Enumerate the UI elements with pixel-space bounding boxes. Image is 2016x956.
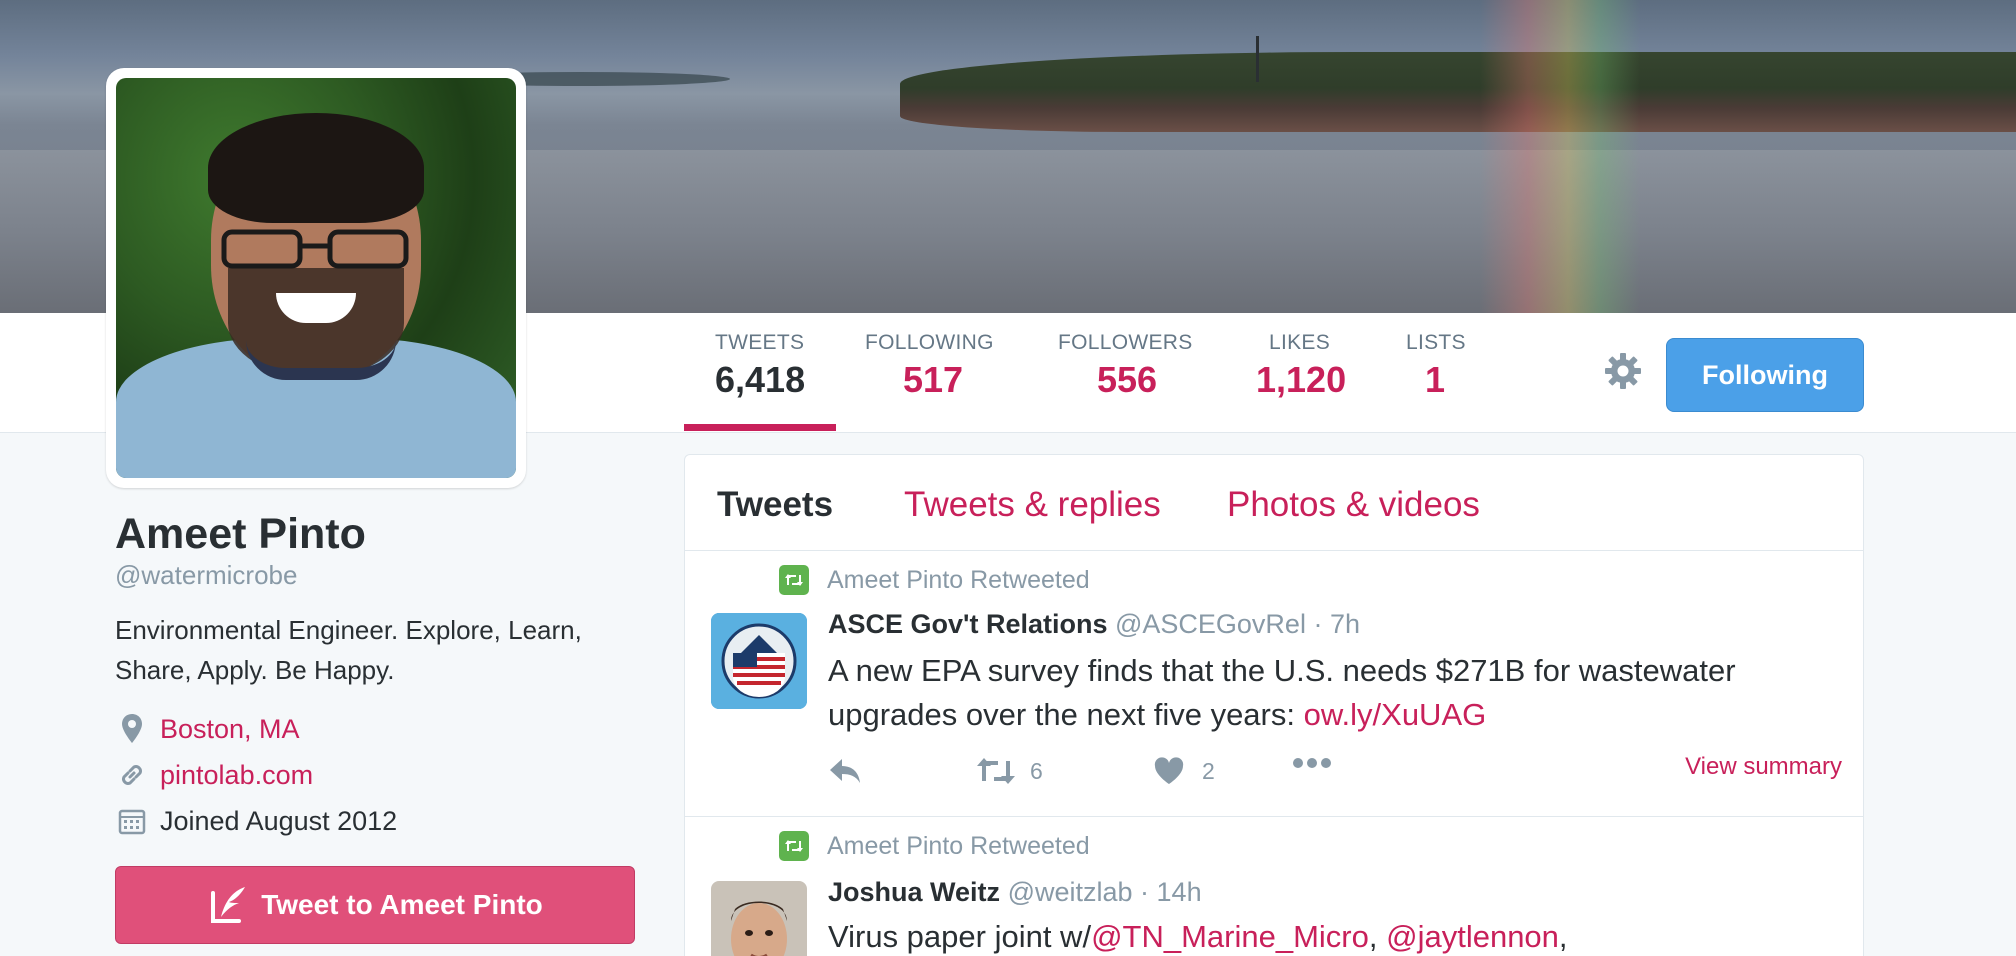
reply-button[interactable] [828, 757, 862, 785]
heart-icon [1154, 757, 1184, 784]
following-button[interactable]: Following [1666, 338, 1864, 412]
stat-lists[interactable]: LISTS 1 [1406, 331, 1466, 401]
stat-value: 517 [903, 359, 964, 400]
compose-quill-icon [211, 887, 246, 923]
tweet-handle[interactable]: @ASCEGovRel [1115, 609, 1306, 639]
profile-avatar[interactable] [106, 68, 526, 488]
tweet-time[interactable]: · 14h [1140, 877, 1202, 907]
stat-value: 6,418 [715, 359, 806, 400]
tweet-to-label: Tweet to Ameet Pinto [261, 889, 543, 920]
tweet-text: A new EPA survey finds that the U.S. nee… [828, 649, 1838, 737]
tweet-author[interactable]: ASCE Gov't Relations [828, 609, 1107, 639]
tweet-avatar[interactable] [711, 613, 807, 709]
stat-label: LISTS [1406, 331, 1466, 354]
location-link[interactable]: Boston, MA [160, 714, 300, 745]
website-link[interactable]: pintolab.com [160, 760, 313, 791]
tweet-author[interactable]: Joshua Weitz [828, 877, 1000, 907]
timeline: Tweets Tweets & replies Photos & videos … [684, 454, 1864, 956]
profile-location: Boston, MA [115, 709, 300, 749]
tweet-text: Virus paper joint w/@TN_Marine_Micro, @j… [828, 915, 1838, 956]
gear-icon[interactable] [1603, 351, 1643, 391]
retweet-count: 6 [1030, 757, 1043, 784]
tweet-item[interactable]: Ameet Pinto Retweeted Joshua Weitz @weit… [685, 817, 1863, 956]
tab-tweets-replies[interactable]: Tweets & replies [904, 485, 1161, 525]
retweet-button[interactable]: 6 [976, 757, 1043, 785]
tweet-separator: , [1368, 919, 1387, 954]
stat-label: FOLLOWING [865, 331, 994, 354]
active-tab-indicator [684, 424, 836, 431]
tab-tweets[interactable]: Tweets [717, 485, 833, 525]
profile-website: pintolab.com [115, 755, 313, 795]
retweet-context: Ameet Pinto Retweeted [779, 565, 1090, 595]
timeline-tabs: Tweets Tweets & replies Photos & videos [685, 455, 1863, 551]
mention-link[interactable]: @TN_Marine_Micro [1091, 919, 1369, 954]
profile-name[interactable]: Ameet Pinto [115, 510, 366, 559]
stat-label: FOLLOWERS [1058, 331, 1193, 354]
retweet-badge-icon [779, 831, 809, 861]
view-summary-link[interactable]: View summary [1685, 753, 1842, 781]
more-dots-icon [1293, 758, 1331, 768]
profile-bio: Environmental Engineer. Explore, Learn, … [115, 615, 582, 685]
retweeted-by-text[interactable]: Ameet Pinto Retweeted [827, 832, 1090, 861]
tweet-item[interactable]: Ameet Pinto Retweeted ASCE Gov't Relatio… [685, 551, 1863, 817]
tweet-handle[interactable]: @weitzlab [1008, 877, 1133, 907]
retweet-badge-icon [779, 565, 809, 595]
tweet-avatar[interactable] [711, 881, 807, 956]
stat-likes[interactable]: LIKES 1,120 [1256, 331, 1346, 401]
stat-following[interactable]: FOLLOWING 517 [865, 331, 994, 401]
tweet-body: Virus paper joint w/ [828, 919, 1092, 954]
tweet-to-button[interactable]: Tweet to Ameet Pinto [115, 866, 635, 944]
stat-value: 1 [1425, 359, 1446, 400]
link-icon [115, 758, 149, 792]
joined-text: Joined August 2012 [160, 805, 398, 836]
tab-photos-videos[interactable]: Photos & videos [1227, 485, 1480, 525]
reply-icon [830, 759, 860, 783]
tweet-header: ASCE Gov't Relations @ASCEGovRel · 7h [828, 609, 1360, 640]
mention-link[interactable]: @jaytlennon [1386, 919, 1559, 954]
calendar-icon [115, 804, 149, 838]
more-button[interactable] [1292, 757, 1332, 769]
retweet-icon [977, 758, 1015, 784]
avatar [116, 78, 516, 478]
tweet-body: A new EPA survey finds that the U.S. nee… [828, 653, 1736, 732]
stat-label: LIKES [1269, 331, 1331, 354]
tweet-time[interactable]: · 7h [1313, 609, 1360, 639]
stat-followers[interactable]: FOLLOWERS 556 [1058, 331, 1193, 401]
stat-value: 1,120 [1256, 359, 1347, 400]
profile-joined: Joined August 2012 [115, 801, 397, 841]
like-button[interactable]: 2 [1154, 757, 1215, 785]
stat-tweets[interactable]: TWEETS 6,418 [715, 331, 805, 401]
stat-value: 556 [1097, 359, 1158, 400]
profile-handle[interactable]: @watermicrobe [115, 560, 297, 591]
retweeted-by-text[interactable]: Ameet Pinto Retweeted [827, 566, 1090, 595]
tweet-actions: 6 2 View summary [828, 753, 1842, 797]
tweet-link[interactable]: ow.ly/XuUAG [1304, 697, 1487, 732]
location-pin-icon [115, 712, 149, 746]
like-count: 2 [1202, 757, 1215, 784]
stat-label: TWEETS [715, 331, 805, 354]
tweet-separator: , [1558, 919, 1568, 954]
tweet-header: Joshua Weitz @weitzlab · 14h [828, 877, 1202, 908]
retweet-context: Ameet Pinto Retweeted [779, 831, 1090, 861]
